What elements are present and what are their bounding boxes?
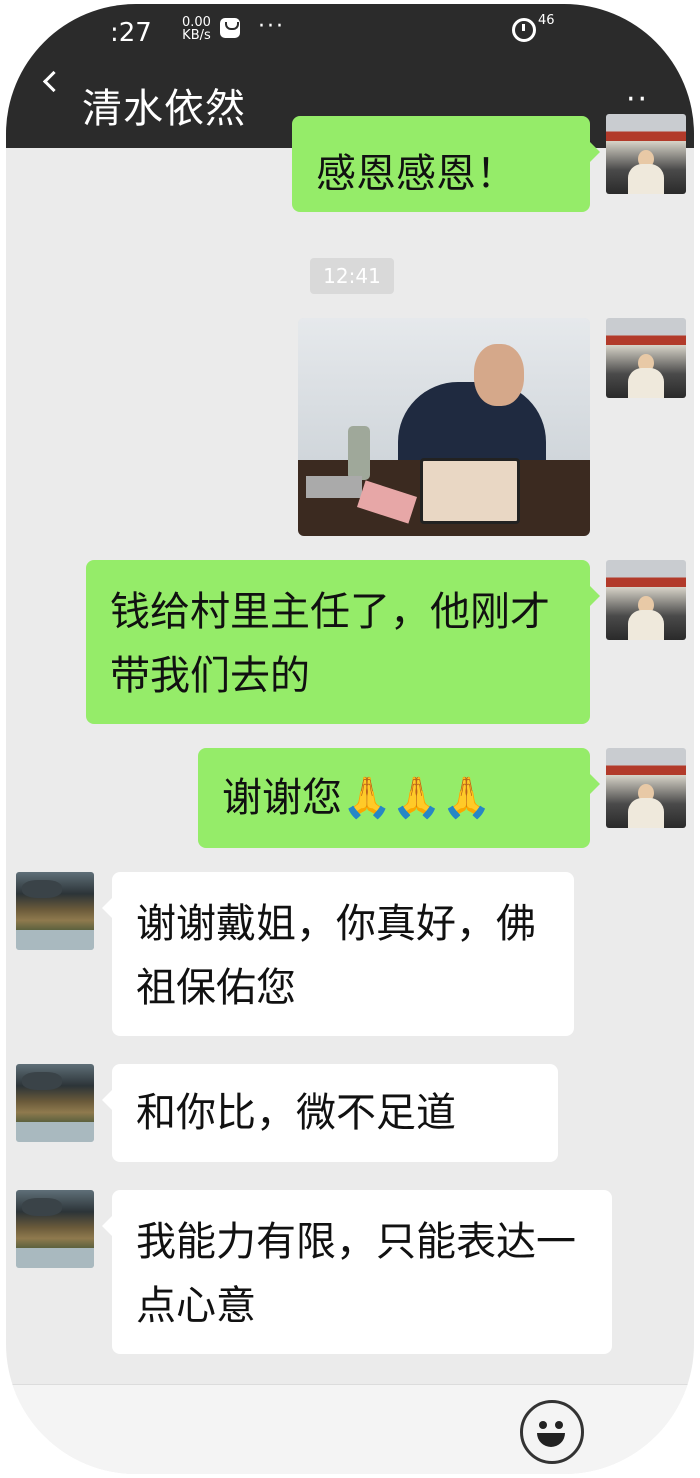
my-avatar[interactable]: [606, 748, 686, 828]
message-text: 和你比，微不足道: [136, 1090, 456, 1136]
my-avatar[interactable]: [606, 560, 686, 640]
shopping-bag-icon: [220, 18, 240, 38]
message-text: 钱给村里主任了，他刚才带我们去的: [110, 589, 550, 699]
contact-avatar[interactable]: [16, 872, 94, 950]
outgoing-message[interactable]: 钱给村里主任了，他刚才带我们去的: [86, 560, 600, 724]
signal-indicator: 46: [538, 13, 555, 28]
incoming-message[interactable]: 我能力有限，只能表达一点心意: [102, 1190, 612, 1354]
incoming-message[interactable]: 和你比，微不足道: [102, 1064, 558, 1162]
photo-message[interactable]: [298, 318, 590, 536]
my-avatar[interactable]: [606, 114, 686, 194]
emoji-icon[interactable]: [520, 1400, 584, 1464]
more-options-icon[interactable]: ··: [626, 82, 649, 117]
incoming-message[interactable]: 谢谢戴姐，你真好，佛祖保佑您: [102, 872, 574, 1036]
outgoing-message[interactable]: 感恩感恩！: [292, 116, 600, 212]
status-overflow-icon: ···: [258, 14, 285, 39]
input-bar: [6, 1384, 694, 1474]
message-text: 谢谢您🙏🙏🙏: [222, 775, 492, 821]
phone-screen: :27 0.00 KB/s ··· 46 清水依然 ·· 感恩感恩！ 12:41…: [6, 4, 694, 1474]
my-avatar[interactable]: [606, 318, 686, 398]
status-time: :27: [110, 18, 152, 48]
message-text: 我能力有限，只能表达一点心意: [136, 1219, 576, 1329]
back-arrow-icon[interactable]: [42, 70, 65, 93]
message-text: 感恩感恩！: [316, 151, 516, 197]
timestamp-separator: 12:41: [310, 258, 394, 294]
network-speed: 0.00 KB/s: [182, 15, 211, 43]
alarm-icon: [512, 18, 536, 42]
chat-title: 清水依然: [82, 86, 246, 132]
contact-avatar[interactable]: [16, 1190, 94, 1268]
outgoing-message[interactable]: 谢谢您🙏🙏🙏: [198, 748, 600, 848]
message-text: 谢谢戴姐，你真好，佛祖保佑您: [136, 901, 536, 1011]
contact-avatar[interactable]: [16, 1064, 94, 1142]
